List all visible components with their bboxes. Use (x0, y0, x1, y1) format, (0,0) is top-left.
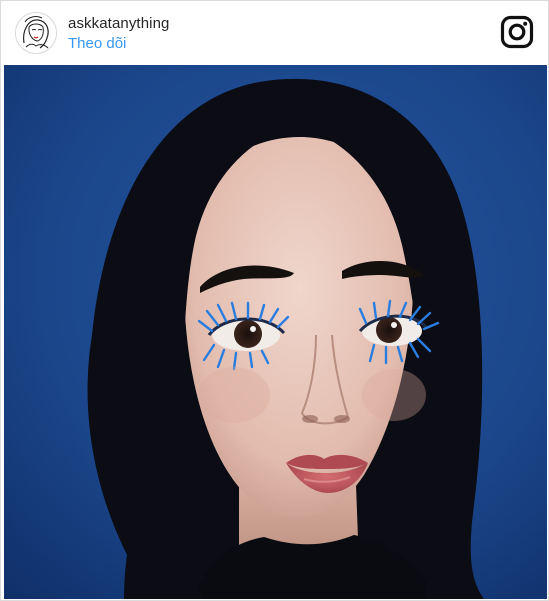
portrait-photo-illustration (4, 65, 547, 599)
post-photo[interactable] (4, 65, 547, 599)
profile-username[interactable]: askkatanything (68, 15, 169, 32)
profile-avatar[interactable] (15, 12, 57, 54)
instagram-embed-card: askkatanything Theo dõi (0, 0, 549, 601)
follow-link[interactable]: Theo dõi (68, 35, 126, 52)
post-header: askkatanything Theo dõi (1, 1, 548, 65)
avatar-sketch-icon (16, 13, 56, 53)
instagram-icon[interactable] (500, 15, 534, 49)
